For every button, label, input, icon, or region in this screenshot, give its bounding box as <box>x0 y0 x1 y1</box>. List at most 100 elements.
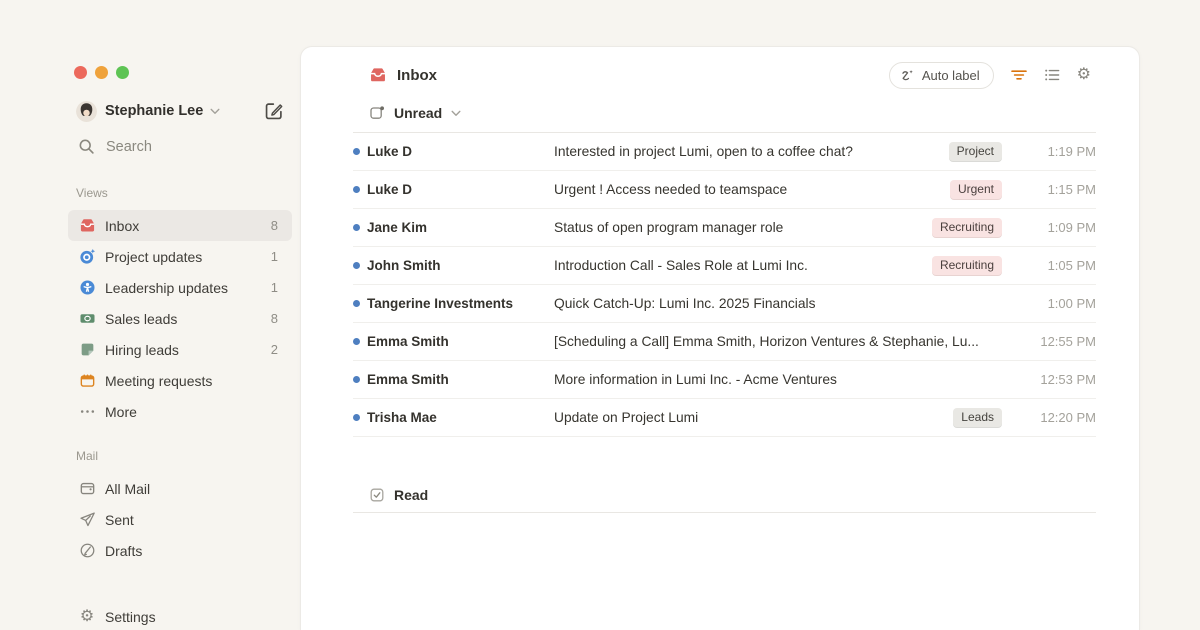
unread-dot <box>353 262 360 269</box>
sidebar-item-label: Sent <box>105 512 134 528</box>
target-icon <box>78 248 96 266</box>
email-sender: Jane Kim <box>367 220 554 235</box>
page-title: Inbox <box>397 67 437 84</box>
unread-dot <box>353 148 360 155</box>
email-time: 12:55 PM <box>1028 334 1096 349</box>
email-time: 1:19 PM <box>1028 144 1096 159</box>
mail-section: Mail All Mail Sent Drafts <box>68 449 292 566</box>
calendar-icon <box>78 372 96 390</box>
sidebar-item-label: Inbox <box>105 218 139 234</box>
email-subject: Status of open program manager role <box>554 220 932 235</box>
sidebar-item-label: More <box>105 404 137 420</box>
sidebar-item-settings[interactable]: ⚙ Settings <box>68 601 292 630</box>
unread-dot <box>353 338 360 345</box>
sidebar-item-more[interactable]: More <box>68 396 292 427</box>
label-badge[interactable]: Recruiting <box>932 256 1002 275</box>
unread-count: 1 <box>271 280 278 295</box>
label-badge[interactable]: Leads <box>953 408 1002 427</box>
sidebar-item-project-updates[interactable]: Project updates 1 <box>68 241 292 272</box>
gear-icon[interactable]: ⚙ <box>1077 67 1091 83</box>
email-sender: Tangerine Investments <box>367 296 554 311</box>
unread-icon <box>369 105 385 121</box>
email-row[interactable]: Jane Kim Status of open program manager … <box>353 209 1096 247</box>
sidebar-item-label: All Mail <box>105 481 150 497</box>
email-row[interactable]: Luke D Interested in project Lumi, open … <box>353 133 1096 171</box>
inbox-toolbar: Auto label ⚙ <box>889 62 1091 89</box>
sidebar-item-label: Settings <box>105 609 156 625</box>
unread-count: 2 <box>271 342 278 357</box>
inbox-panel: Inbox Auto label <box>300 46 1140 630</box>
avatar <box>76 101 97 122</box>
sidebar-item-all-mail[interactable]: All Mail <box>68 473 292 504</box>
email-time: 1:15 PM <box>1028 182 1096 197</box>
unread-dot <box>353 414 360 421</box>
email-row[interactable]: Trisha Mae Update on Project Lumi Leads … <box>353 399 1096 437</box>
email-row[interactable]: Tangerine Investments Quick Catch-Up: Lu… <box>353 285 1096 323</box>
views-section: Views Inbox 8 Project updates 1 <box>68 186 292 427</box>
inbox-icon <box>78 217 96 235</box>
email-sender: Trisha Mae <box>367 410 554 425</box>
sidebar-item-hiring-leads[interactable]: Hiring leads 2 <box>68 334 292 365</box>
close-window-button[interactable] <box>74 66 87 79</box>
zoom-window-button[interactable] <box>116 66 129 79</box>
settings-section: ⚙ Settings <box>68 601 292 630</box>
email-time: 1:00 PM <box>1028 296 1096 311</box>
mail-section-label: Mail <box>68 449 292 463</box>
inbox-icon <box>369 66 387 84</box>
auto-label-button-label: Auto label <box>922 68 980 83</box>
sidebar-item-label: Drafts <box>105 543 142 559</box>
money-icon <box>78 310 96 328</box>
email-row[interactable]: Emma Smith [Scheduling a Call] Emma Smit… <box>353 323 1096 361</box>
search-icon <box>78 138 95 155</box>
email-sender: Luke D <box>367 144 554 159</box>
read-checkbox-icon <box>369 487 385 503</box>
email-time: 12:20 PM <box>1028 410 1096 425</box>
unread-count: 8 <box>271 311 278 326</box>
minimize-window-button[interactable] <box>95 66 108 79</box>
email-row[interactable]: Emma Smith More information in Lumi Inc.… <box>353 361 1096 399</box>
views-section-label: Views <box>68 186 292 200</box>
send-icon <box>78 511 96 529</box>
sidebar-item-meeting-requests[interactable]: Meeting requests <box>68 365 292 396</box>
unread-dot <box>353 224 360 231</box>
email-row[interactable]: Luke D Urgent ! Access needed to teamspa… <box>353 171 1096 209</box>
sidebar-item-label: Hiring leads <box>105 342 179 358</box>
list-icon[interactable] <box>1044 68 1060 82</box>
sidebar-item-label: Project updates <box>105 249 202 265</box>
sidebar-item-drafts[interactable]: Drafts <box>68 535 292 566</box>
chevron-down-icon <box>210 108 220 115</box>
gear-icon: ⚙ <box>78 608 96 626</box>
sidebar-item-sales-leads[interactable]: Sales leads 8 <box>68 303 292 334</box>
inbox-header: Inbox Auto label <box>369 60 1091 90</box>
unread-dot <box>353 376 360 383</box>
sidebar-item-leadership-updates[interactable]: Leadership updates 1 <box>68 272 292 303</box>
email-row[interactable]: John Smith Introduction Call - Sales Rol… <box>353 247 1096 285</box>
filter-icon[interactable] <box>1011 68 1027 82</box>
note-icon <box>78 341 96 359</box>
search-placeholder: Search <box>106 139 152 155</box>
unread-section-header[interactable]: Unread <box>369 105 461 121</box>
sidebar-item-label: Sales leads <box>105 311 177 327</box>
label-badge[interactable]: Recruiting <box>932 218 1002 237</box>
label-badge[interactable]: Urgent <box>950 180 1002 199</box>
email-time: 12:53 PM <box>1028 372 1096 387</box>
label-badge[interactable]: Project <box>949 142 1002 161</box>
account-switcher[interactable]: Stephanie Lee <box>76 99 261 123</box>
unread-dot <box>353 186 360 193</box>
unread-count: 1 <box>271 249 278 264</box>
drafts-icon <box>78 542 96 560</box>
email-sender: Emma Smith <box>367 334 554 349</box>
auto-label-button[interactable]: Auto label <box>889 62 994 89</box>
sidebar-item-sent[interactable]: Sent <box>68 504 292 535</box>
email-subject: Interested in project Lumi, open to a co… <box>554 144 949 159</box>
read-section-header[interactable]: Read <box>369 487 428 503</box>
email-time: 1:09 PM <box>1028 220 1096 235</box>
read-section-label: Read <box>394 487 428 503</box>
search-input[interactable]: Search <box>78 138 152 155</box>
email-subject: More information in Lumi Inc. - Acme Ven… <box>554 372 1028 387</box>
window-controls <box>74 66 129 79</box>
compose-icon[interactable] <box>264 101 284 121</box>
sidebar-item-inbox[interactable]: Inbox 8 <box>68 210 292 241</box>
email-sender: Emma Smith <box>367 372 554 387</box>
divider <box>353 512 1096 513</box>
